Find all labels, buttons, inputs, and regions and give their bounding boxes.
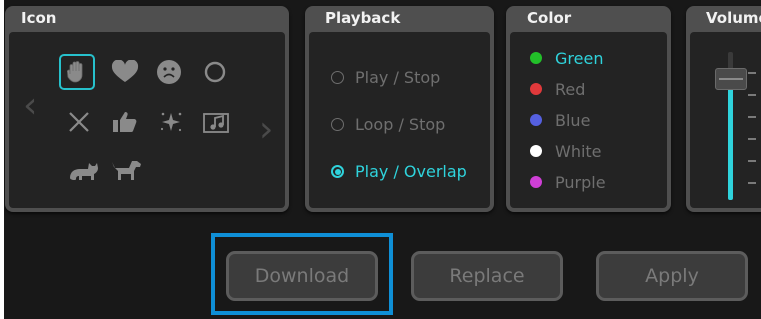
icon-panel-title: Icon <box>21 9 57 27</box>
playback-panel-title: Playback <box>325 9 401 27</box>
radio-button[interactable] <box>331 117 344 131</box>
color-panel-title: Color <box>527 9 572 27</box>
playback-option-label: Play / Overlap <box>355 161 467 181</box>
playback-panel: Playback Play / Stop Loop / Stop Play / … <box>305 6 494 212</box>
replace-button[interactable]: Replace <box>411 251 563 301</box>
download-highlight-box <box>211 233 393 315</box>
next-page-icon[interactable]: › <box>259 112 273 148</box>
dog-icon[interactable] <box>109 152 145 188</box>
playback-option-label: Loop / Stop <box>355 114 446 134</box>
playback-option-label: Play / Stop <box>355 67 441 87</box>
radio-button[interactable] <box>331 70 344 84</box>
volume-tick <box>748 72 756 74</box>
previous-page-icon[interactable]: ‹ <box>23 88 37 124</box>
volume-tick <box>748 138 756 140</box>
radio-button-selected[interactable] <box>331 164 344 178</box>
volume-tick <box>748 116 756 118</box>
color-option-blue[interactable]: Blue <box>530 109 590 131</box>
color-option-label: White <box>555 141 602 161</box>
color-option-label: Purple <box>555 172 606 192</box>
heart-icon[interactable] <box>107 54 143 90</box>
volume-panel: Volume <box>686 6 761 212</box>
playback-options: Play / Stop Loop / Stop Play / Overlap <box>309 32 490 208</box>
volume-level-fill <box>728 79 733 200</box>
volume-panel-title: Volume <box>706 9 761 27</box>
volume-slider-area <box>690 32 761 208</box>
purple-dot <box>530 176 542 188</box>
x-icon[interactable] <box>61 104 97 140</box>
volume-tick <box>748 182 756 184</box>
playback-option-play-overlap[interactable]: Play / Overlap <box>331 159 467 183</box>
color-option-label: Blue <box>555 110 591 130</box>
volume-slider-thumb[interactable] <box>715 68 747 90</box>
volume-tick <box>748 160 756 162</box>
color-options: Green Red Blue White Purple <box>510 32 667 208</box>
circle-icon[interactable] <box>197 54 233 90</box>
color-option-label: Red <box>555 79 586 99</box>
icon-panel: Icon ‹ › <box>5 6 289 212</box>
color-option-green[interactable]: Green <box>530 47 603 69</box>
color-option-purple[interactable]: Purple <box>530 171 606 193</box>
playback-option-loop-stop[interactable]: Loop / Stop <box>331 112 445 136</box>
volume-tick <box>748 94 756 96</box>
icon-grid: ‹ › <box>9 32 285 208</box>
music-icon[interactable] <box>199 104 235 140</box>
playback-option-play-stop[interactable]: Play / Stop <box>331 65 440 89</box>
sparkle-icon[interactable] <box>153 104 189 140</box>
blue-dot <box>530 114 542 126</box>
color-option-label: Green <box>555 48 604 68</box>
hand-icon[interactable] <box>59 54 95 90</box>
sad-face-icon[interactable] <box>151 54 187 90</box>
green-dot <box>530 52 542 64</box>
red-dot <box>530 83 542 95</box>
color-panel: Color Green Red Blue White Purple <box>506 6 671 212</box>
cat-icon[interactable] <box>65 152 101 188</box>
color-option-white[interactable]: White <box>530 140 602 162</box>
apply-button[interactable]: Apply <box>596 251 748 301</box>
white-dot <box>530 145 542 157</box>
color-option-red[interactable]: Red <box>530 78 585 100</box>
thumbs-up-icon[interactable] <box>107 104 143 140</box>
